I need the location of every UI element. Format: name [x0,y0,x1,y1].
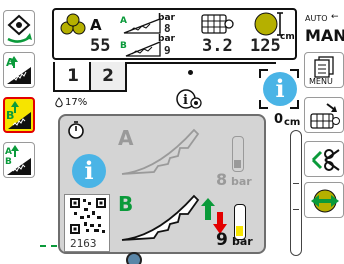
knife-b-up-icon: B [6,101,31,129]
bale-pile-icon [60,13,86,35]
tab-2[interactable]: 2 [89,62,127,92]
menu-button[interactable]: MENU [304,52,344,88]
cutter-button[interactable] [304,141,344,177]
info-button[interactable]: i [263,72,297,106]
pressure-b-value: 9 [216,230,228,250]
menu-label: MENU [309,77,333,86]
status-header: A 55 A bar 8 B bar 9 3.2 cm 125 [52,8,297,60]
moisture-percent: 17% [65,97,88,108]
page-indicator-dot [188,70,193,75]
svg-text:A: A [5,147,12,157]
pickup-button[interactable] [3,10,35,46]
menu-icon [314,56,334,78]
net-wrap-start-button[interactable] [304,97,344,133]
bale-eject-button[interactable] [304,182,344,218]
blade-a-icon [121,128,200,175]
bale-diameter-value: 125 [250,36,281,56]
pressure-a-value: 8 [216,170,228,189]
svg-text:i: i [183,93,188,108]
knife-b-up-button[interactable]: B [3,97,35,133]
knife-a-up-icon: A [6,56,31,84]
pressure-a-gauge [232,136,244,172]
auto-label: AUTO [305,14,328,23]
pressure-bottom-value: 9 [164,44,171,57]
knife-a-up-button[interactable]: A [3,52,35,88]
tab-1-label: 1 [67,66,79,86]
qr-code-number: 2163 [70,237,97,250]
net-wrap-value: 3.2 [202,36,233,56]
popup-info-icon: i [72,154,106,188]
pressure-b-unit: bar [232,235,253,248]
pressure-a-unit: bar [231,175,252,188]
pickup-icon [7,14,32,43]
bale-count: 55 [90,36,111,56]
info-settings-button[interactable]: i [174,88,206,110]
info-icon: i [275,74,285,103]
tab-divider [126,62,276,64]
level-gauge [290,130,302,256]
qr-code-box: 2163 [64,194,110,252]
level-unit: cm [284,117,301,128]
wheel-indicator [126,252,142,264]
knife-ab-up-icon: A B [5,145,31,175]
net-wrap-start-icon [310,103,340,129]
drop-icon [55,97,63,108]
tab-1[interactable]: 1 [53,62,91,92]
qr-code-icon [70,198,106,234]
blade-b-icon [121,194,200,241]
knife-pressure-popup: A 8 bar i B 9 bar 2163 [58,114,266,254]
level-value: 0 [274,112,284,127]
pressure-bottom-unit: bar [158,34,175,44]
info-settings-icon: i [176,89,202,109]
auto-man-toggle[interactable]: AUTO ← MAN [304,10,344,46]
net-wrap-icon [201,14,234,34]
svg-text:B: B [6,109,14,122]
timer-icon [68,121,84,139]
header-label-a: A [90,16,102,34]
tab-2-label: 2 [102,66,114,86]
svg-text:B: B [120,41,127,51]
cutter-icon [311,149,340,171]
knife-ab-up-button[interactable]: A B [3,142,35,178]
mode-label: MAN [305,26,344,45]
bale-eject-icon [311,189,339,213]
svg-text:A: A [120,16,127,26]
auto-arrow-icon: ← [331,12,339,22]
bale-diameter-unit: cm [280,32,295,42]
svg-text:B: B [5,157,12,167]
